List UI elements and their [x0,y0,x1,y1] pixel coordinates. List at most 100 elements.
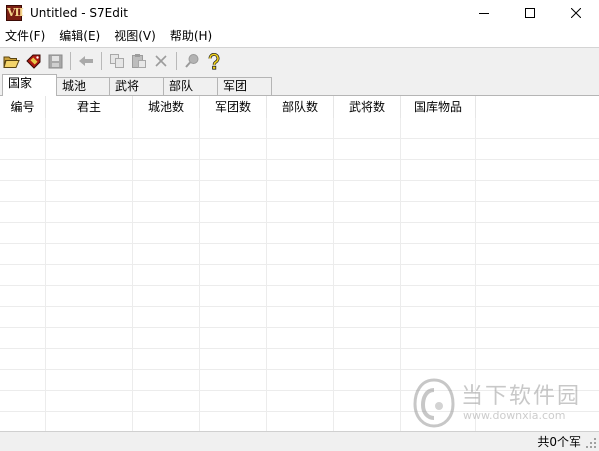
empty-grid-cell [0,391,46,412]
empty-grid-cell [401,181,476,202]
empty-grid-cell [133,391,200,412]
tag-button[interactable] [22,50,44,72]
empty-grid-cell [401,223,476,244]
empty-grid-cell [267,286,334,307]
column-header-city-count[interactable]: 城池数 [133,96,200,118]
maximize-button[interactable] [507,0,553,26]
empty-grid-cell [133,286,200,307]
empty-grid-cell [133,412,200,431]
column-header-general-count[interactable]: 武将数 [334,96,401,118]
empty-grid-cell [334,139,401,160]
empty-grid-cell [133,160,200,181]
status-bar: 共0个军 [0,431,599,451]
window-title: Untitled - S7Edit [30,6,128,20]
empty-grid-cell [46,412,133,431]
app-icon: VII [6,5,24,21]
tag-icon [25,54,40,69]
empty-grid-cell [401,307,476,328]
empty-grid-row [0,286,599,307]
empty-grid-cell [334,412,401,431]
delete-button[interactable] [150,50,172,72]
empty-grid-cell [0,328,46,349]
empty-grid-cell [133,202,200,223]
empty-grid-cell [133,265,200,286]
empty-grid-cell [46,139,133,160]
size-grip-icon[interactable] [585,437,597,449]
empty-grid-cell [46,349,133,370]
empty-grid-cell [267,244,334,265]
find-button[interactable] [181,50,203,72]
empty-grid-cell [200,139,267,160]
paste-button[interactable] [128,50,150,72]
column-header-troop-count[interactable]: 部队数 [267,96,334,118]
save-button[interactable] [44,50,66,72]
empty-grid-cell [46,307,133,328]
tab-general[interactable]: 武将 [109,77,164,96]
empty-grid-cell [334,349,401,370]
empty-grid-cell [46,391,133,412]
empty-grid-cell [401,160,476,181]
menu-help[interactable]: 帮助(H) [163,26,219,46]
back-button[interactable] [75,50,97,72]
toolbar-separator [101,52,102,70]
column-header-treasury-items[interactable]: 国库物品 [401,96,476,118]
empty-grid-cell [200,349,267,370]
empty-grid-cell [133,223,200,244]
help-button[interactable] [203,50,225,72]
copy-button[interactable] [106,50,128,72]
menu-edit[interactable]: 编辑(E) [52,26,107,46]
empty-grid-cell [267,328,334,349]
empty-grid-cell [334,160,401,181]
menu-view[interactable]: 视图(V) [107,26,163,46]
empty-grid-cell [334,118,401,139]
empty-grid-cell [46,244,133,265]
empty-grid-row [0,307,599,328]
empty-grid-cell [200,286,267,307]
empty-grid-cell [46,328,133,349]
column-header-id[interactable]: 编号 [0,96,46,118]
empty-grid-row [0,328,599,349]
close-icon [571,8,581,18]
empty-grid-cell [401,286,476,307]
toolbar-separator [70,52,71,70]
tab-strip: 国家 城池 武将 部队 军团 [0,74,599,96]
empty-grid-cell [200,244,267,265]
watermark-logo-icon [413,378,455,428]
close-button[interactable] [553,0,599,26]
empty-grid-cell [267,265,334,286]
watermark-logo: 当下软件园 www.downxia.com [411,376,591,430]
empty-grid-cell [133,349,200,370]
empty-grid-cell [0,307,46,328]
empty-grid-row [0,118,599,139]
empty-grid-cell [334,328,401,349]
help-icon [208,52,220,70]
status-text: 共0个军 [537,435,581,449]
empty-grid-cell [133,328,200,349]
empty-grid-cell [334,244,401,265]
empty-grid-cell [401,265,476,286]
empty-grid-row [0,181,599,202]
empty-grid-cell [267,349,334,370]
empty-grid-cell [200,307,267,328]
empty-grid-cell [267,118,334,139]
empty-grid-cell [267,307,334,328]
tab-troop[interactable]: 部队 [163,77,218,96]
empty-grid-cell [334,181,401,202]
column-header-ruler[interactable]: 君主 [46,96,133,118]
empty-grid-cell [133,118,200,139]
empty-grid-row [0,139,599,160]
tab-city[interactable]: 城池 [56,77,110,96]
tab-country[interactable]: 国家 [2,74,57,96]
back-arrow-icon [79,56,93,66]
empty-grid-cell [267,223,334,244]
column-header-legion-count[interactable]: 军团数 [200,96,267,118]
empty-grid-cell [0,286,46,307]
empty-grid-cell [334,391,401,412]
empty-grid-cell [267,391,334,412]
minimize-button[interactable] [461,0,507,26]
menu-file[interactable]: 文件(F) [0,26,52,46]
empty-grid-cell [334,286,401,307]
empty-grid-cell [46,202,133,223]
tab-legion[interactable]: 军团 [217,77,272,96]
open-button[interactable] [0,50,22,72]
